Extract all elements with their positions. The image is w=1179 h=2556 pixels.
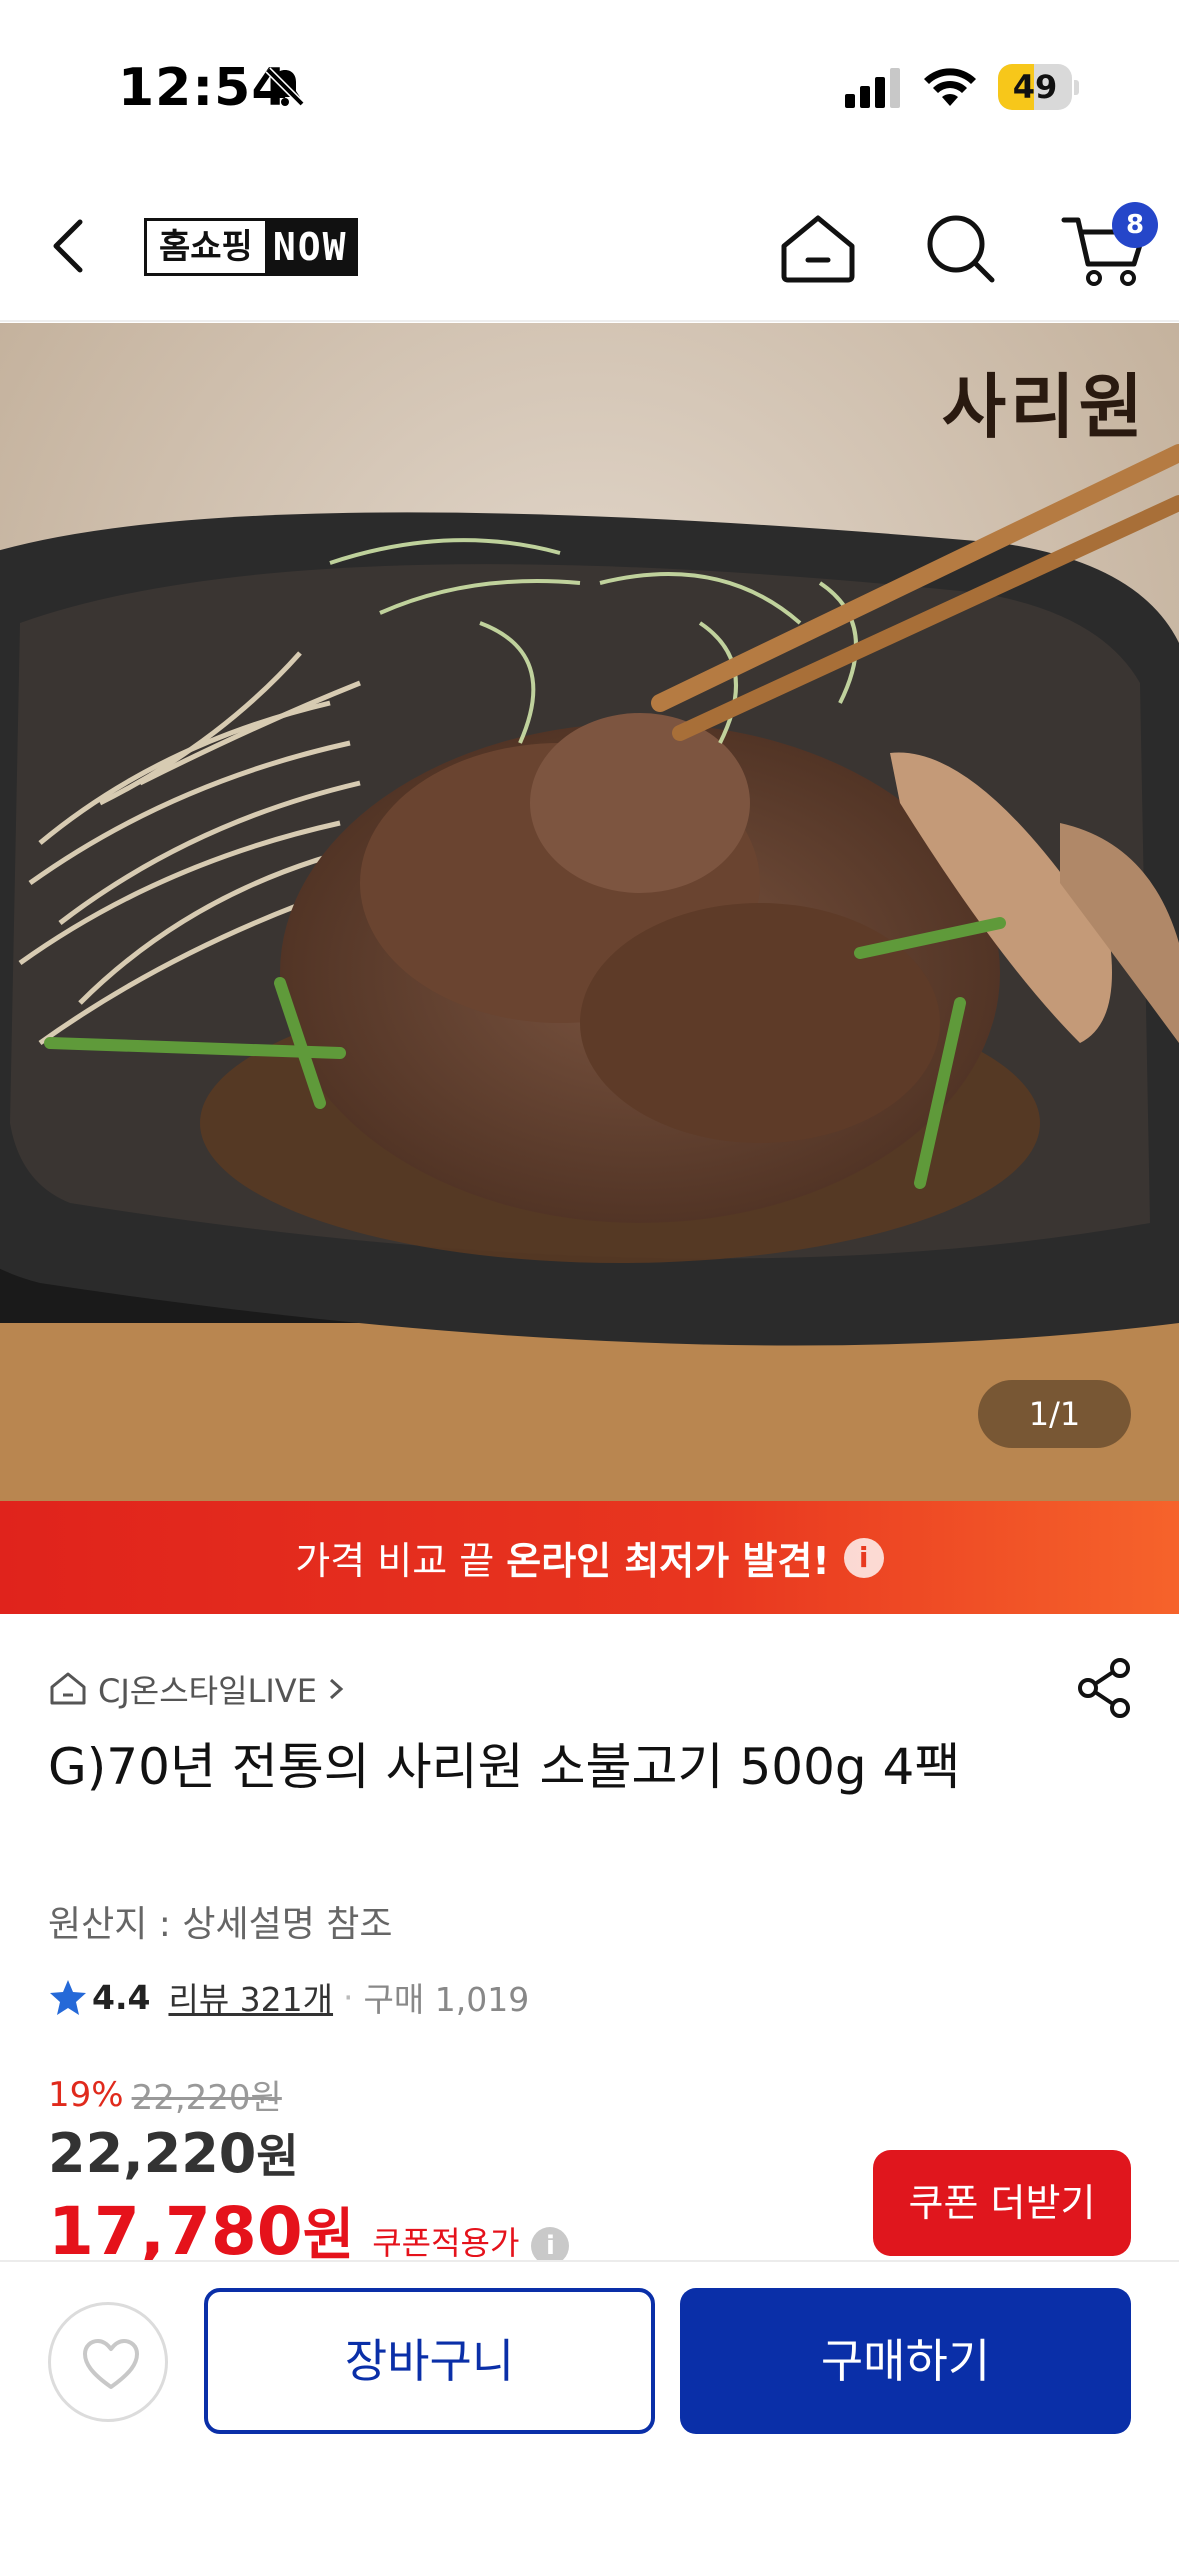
- purchase-count: 구매 1,019: [363, 1980, 530, 2019]
- logo-text-homeshopping: 홈쇼핑: [147, 221, 265, 273]
- rating-row: 4.4 리뷰 321개 · 구매 1,019: [48, 1973, 529, 2021]
- heart-icon: [83, 2339, 139, 2389]
- get-more-coupons-button[interactable]: 쿠폰 더받기: [873, 2150, 1131, 2256]
- price-amount: 22,220: [48, 2122, 257, 2185]
- info-icon[interactable]: i: [843, 1537, 884, 1578]
- seller-link[interactable]: CJ온스타일LIVE: [48, 1664, 347, 1714]
- cart-count-badge: 8: [1112, 202, 1158, 248]
- origin-info: 원산지 : 상세설명 참조: [48, 1904, 393, 1945]
- brand-watermark: 사리원: [941, 365, 1147, 448]
- sale-amount: 17,780: [48, 2193, 303, 2270]
- top-navigation-bar: 홈쇼핑 NOW 8: [0, 170, 1179, 322]
- star-icon: [50, 1980, 86, 2015]
- lowest-price-banner[interactable]: 가격 비교 끝 온라인 최저가 발견! i: [0, 1501, 1179, 1614]
- share-icon[interactable]: [1074, 1656, 1134, 1720]
- rating-score: 4.4: [92, 1977, 151, 2017]
- price: 22,220원: [48, 2120, 299, 2186]
- home-shopping-now-logo[interactable]: 홈쇼핑 NOW: [144, 218, 359, 276]
- wifi-icon: [924, 68, 976, 106]
- back-arrow-icon[interactable]: [40, 208, 100, 284]
- product-title: G)70년 전통의 사리원 소불고기 500g 4팩: [48, 1738, 961, 1796]
- product-image[interactable]: 사리원 1/1: [0, 323, 1179, 1501]
- like-button[interactable]: [48, 2302, 168, 2422]
- sale-unit: 원: [302, 2203, 355, 2268]
- discount-rate: 19%: [48, 2074, 124, 2115]
- price-unit: 원: [256, 2129, 299, 2183]
- logo-text-now: NOW: [264, 221, 356, 273]
- home-icon[interactable]: [776, 210, 860, 286]
- promo-text: 가격 비교 끝: [295, 1539, 495, 1583]
- bell-muted-icon: [265, 67, 305, 107]
- reviews-link[interactable]: 리뷰 321개: [168, 1973, 333, 2021]
- coupon-sale-price: 17,780 원 쿠폰적용가 i: [48, 2190, 570, 2271]
- original-price: 22,220원: [131, 2078, 282, 2118]
- search-icon[interactable]: [922, 210, 998, 286]
- status-bar: 12:54 49: [0, 0, 1179, 170]
- image-counter: 1/1: [978, 1380, 1131, 1448]
- seller-name: CJ온스타일LIVE: [98, 1672, 317, 1710]
- chevron-right-icon: [329, 1678, 344, 1700]
- price-discount-row: 19% 22,220원: [48, 2070, 282, 2119]
- add-to-cart-button[interactable]: 장바구니: [204, 2288, 655, 2434]
- battery-indicator: 49: [998, 64, 1079, 110]
- buy-now-button[interactable]: 구매하기: [680, 2288, 1131, 2434]
- cart-button[interactable]: 8: [1060, 202, 1160, 290]
- product-photo: [0, 323, 1179, 1501]
- cellular-signal-icon: [845, 68, 900, 108]
- coupon-price-label: 쿠폰적용가: [372, 2224, 520, 2262]
- promo-highlight: 온라인 최저가 발견!: [506, 1539, 830, 1583]
- separator-dot: ·: [343, 1977, 354, 2017]
- store-home-icon: [50, 1672, 86, 1705]
- bottom-action-bar: 장바구니 구매하기: [0, 2260, 1179, 2556]
